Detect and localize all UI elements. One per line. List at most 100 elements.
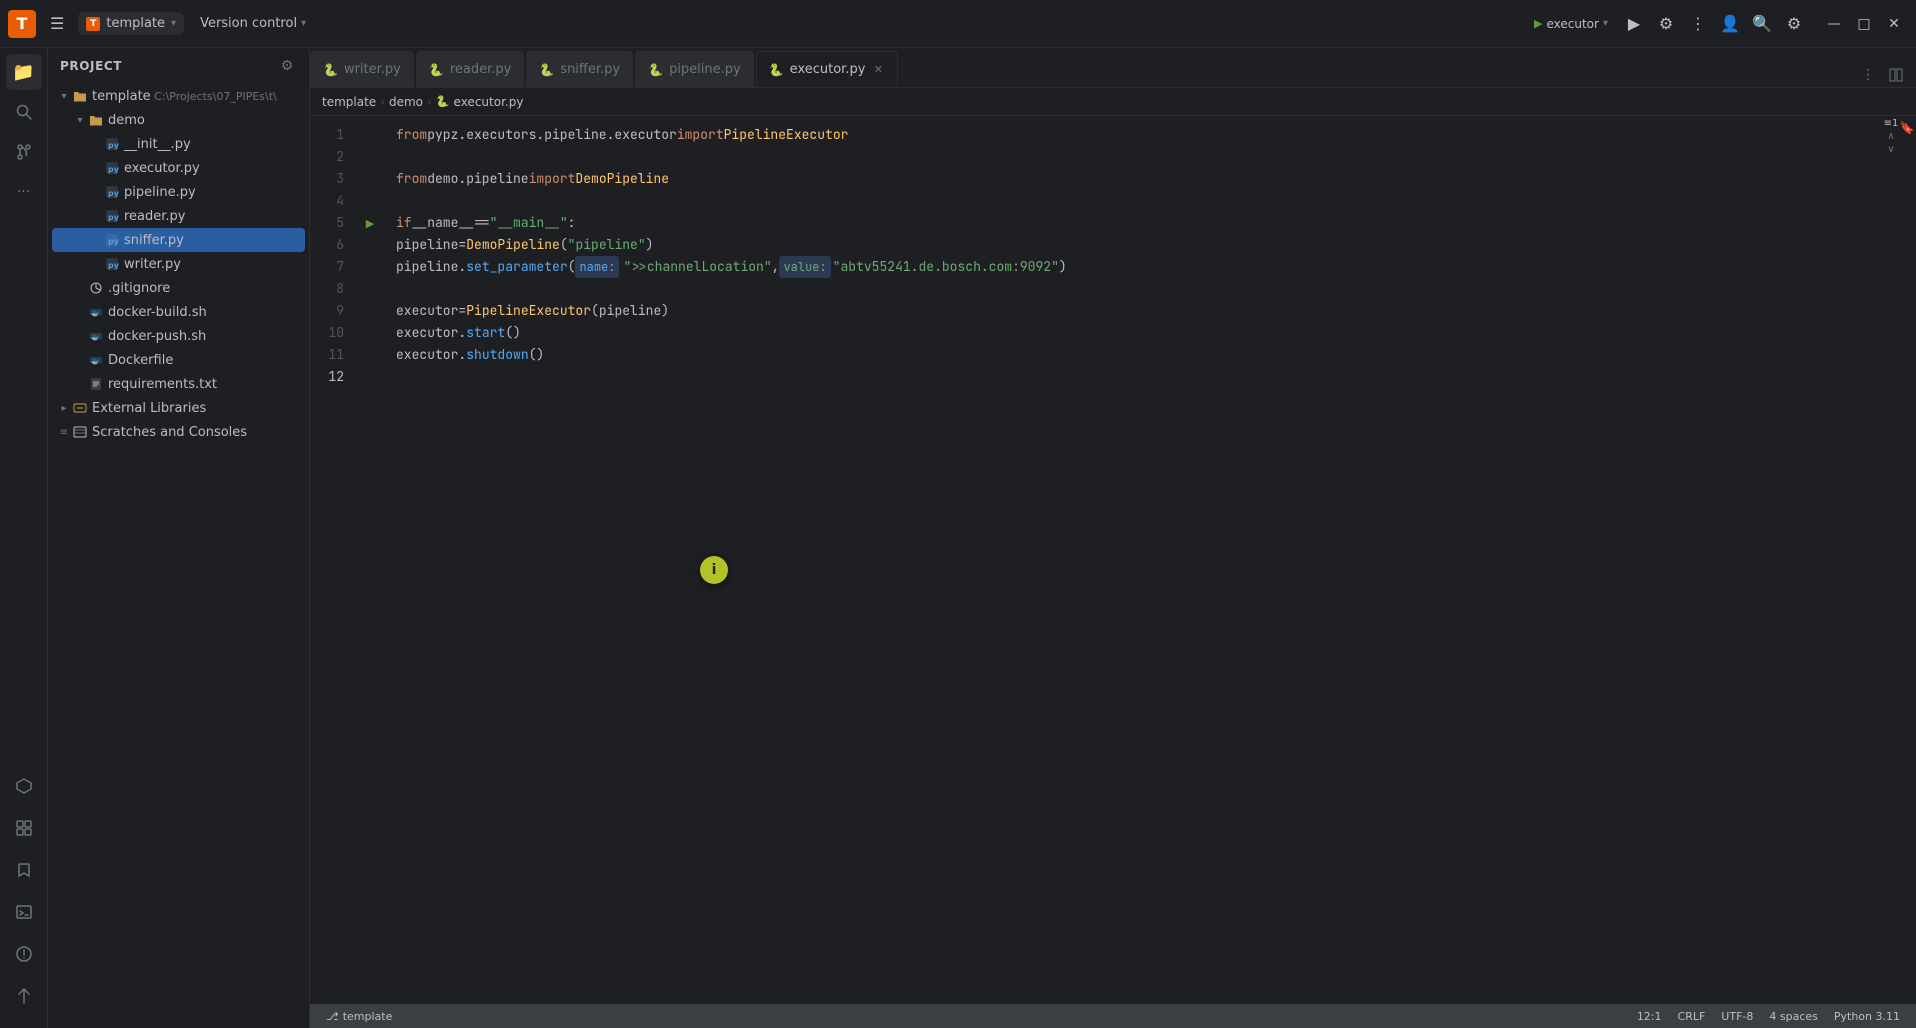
sidebar-item-executor[interactable]: pyexecutor.py <box>52 156 305 180</box>
status-language[interactable]: Python 3.11 <box>1826 1004 1908 1028</box>
status-encoding[interactable]: CRLF <box>1670 1004 1714 1028</box>
activity-project-button[interactable]: 📁 <box>6 54 42 90</box>
tab-close-executor[interactable]: ✕ <box>871 63 885 77</box>
tab-writer[interactable]: 🐍writer.py <box>310 51 414 87</box>
breadcrumb-demo[interactable]: demo <box>389 95 423 109</box>
status-indent[interactable]: 4 spaces <box>1761 1004 1826 1028</box>
activity-learn-button[interactable] <box>6 768 42 804</box>
sidebar-item-pipeline[interactable]: pypipeline.py <box>52 180 305 204</box>
sidebar-item-sniffer[interactable]: pysniffer.py <box>52 228 305 252</box>
activity-vcs-button[interactable] <box>6 134 42 170</box>
tree-chevron-gitignore <box>72 280 88 296</box>
status-position[interactable]: 12:1 <box>1629 1004 1670 1028</box>
svg-text:py: py <box>108 165 119 174</box>
sidebar-item-external-libs[interactable]: ▸External Libraries <box>52 396 305 420</box>
activity-git-button[interactable] <box>6 978 42 1014</box>
activity-terminal-button[interactable] <box>6 894 42 930</box>
activity-problems-button[interactable] <box>6 936 42 972</box>
code-line-8 <box>396 278 1884 300</box>
sidebar: Project ⚙ ▾ template C:\Projects\07_PIPEs… <box>48 48 310 1028</box>
sidebar-settings-button[interactable]: ⚙ <box>277 56 297 76</box>
tab-icon-writer: 🐍 <box>323 63 338 77</box>
sidebar-item-reader[interactable]: pyreader.py <box>52 204 305 228</box>
tab-bar-actions: ⋮ <box>1848 63 1916 87</box>
more-button[interactable]: ⋮ <box>1684 10 1712 38</box>
tab-sniffer[interactable]: 🐍sniffer.py <box>526 51 633 87</box>
activity-search-button[interactable] <box>6 94 42 130</box>
settings-button[interactable]: ⚙ <box>1780 10 1808 38</box>
sidebar-item-template[interactable]: ▾ template C:\Projects\07_PIPEs\t\ <box>52 84 305 108</box>
tree-label-requirements: requirements.txt <box>108 377 217 392</box>
hamburger-button[interactable]: ☰ <box>44 10 70 37</box>
tree-label-template: template C:\Projects\07_PIPEs\t\ <box>92 89 277 104</box>
status-charset[interactable]: UTF-8 <box>1713 1004 1761 1028</box>
sidebar-item-writer[interactable]: pywriter.py <box>52 252 305 276</box>
gutter-cell-1 <box>360 124 380 146</box>
tab-bar-more-button[interactable]: ⋮ <box>1856 63 1880 87</box>
sidebar-title: Project <box>60 59 122 73</box>
line-number-5: 5 <box>310 212 352 234</box>
profile-button[interactable]: 👤 <box>1716 10 1744 38</box>
search-button[interactable]: 🔍 <box>1748 10 1776 38</box>
gutter-col: ▶ <box>360 116 380 1004</box>
sidebar-item-docker-push[interactable]: 🐳docker-push.sh <box>52 324 305 348</box>
status-branch[interactable]: ⎇ template <box>318 1004 400 1028</box>
sidebar-item-gitignore[interactable]: .gitignore <box>52 276 305 300</box>
sidebar-item-requirements[interactable]: requirements.txt <box>52 372 305 396</box>
sidebar-tree: ▾template C:\Projects\07_PIPEs\t\▾demopy… <box>48 84 309 1028</box>
project-tab[interactable]: T template ▾ <box>78 12 184 35</box>
tab-executor[interactable]: 🐍executor.py✕ <box>756 51 899 87</box>
tree-chevron-template: ▾ <box>56 88 72 104</box>
tree-chevron-pipeline <box>88 184 104 200</box>
floating-info-button[interactable]: i <box>700 556 728 584</box>
status-encoding-label: CRLF <box>1678 1010 1706 1023</box>
sidebar-item-demo[interactable]: ▾demo <box>52 108 305 132</box>
tree-chevron-docker-push <box>72 328 88 344</box>
plugins-button[interactable]: ⚙ <box>1652 10 1680 38</box>
sidebar-item-scratches[interactable]: ≡Scratches and Consoles <box>52 420 305 444</box>
activity-bookmark-button[interactable] <box>6 852 42 888</box>
python-file-icon-executor: py <box>104 160 120 176</box>
line-count-nav[interactable]: ≡1 <box>1884 118 1899 129</box>
tab-bar-layout-button[interactable] <box>1884 63 1908 87</box>
gutter-cell-5[interactable]: ▶ <box>360 212 380 234</box>
python-file-icon-sniffer: py <box>104 232 120 248</box>
scroll-down-nav[interactable]: ∨ <box>1887 144 1894 155</box>
bookmark-icon[interactable]: 🔖 <box>1899 120 1915 136</box>
version-control-button[interactable]: Version control ▾ <box>192 12 314 35</box>
tree-chevron-dockerfile <box>72 352 88 368</box>
tab-reader[interactable]: 🐍reader.py <box>416 51 524 87</box>
executor-selector[interactable]: ▶ executor ▾ <box>1526 13 1616 35</box>
tab-icon-pipeline: 🐍 <box>648 63 663 77</box>
minimize-button[interactable]: — <box>1820 10 1848 38</box>
tree-label-external-libs: External Libraries <box>92 401 206 416</box>
scroll-up-nav[interactable]: ∧ <box>1887 131 1894 142</box>
tab-icon-sniffer: 🐍 <box>539 63 554 77</box>
maximize-button[interactable]: □ <box>1850 10 1878 38</box>
line-number-2: 2 <box>310 146 352 168</box>
tab-icon-reader: 🐍 <box>429 63 444 77</box>
activity-plugins-button[interactable] <box>6 810 42 846</box>
sidebar-item-dockerfile[interactable]: 🐳Dockerfile <box>52 348 305 372</box>
folder-open-icon-demo <box>88 112 104 128</box>
status-position-label: 12:1 <box>1637 1010 1662 1023</box>
gutter-cell-9 <box>360 300 380 322</box>
gutter-cell-6 <box>360 234 380 256</box>
tab-pipeline[interactable]: 🐍pipeline.py <box>635 51 754 87</box>
folder-open-icon-template <box>72 88 88 104</box>
run-button[interactable]: ▶ <box>1620 10 1648 38</box>
gutter-cell-4 <box>360 190 380 212</box>
line-number-10: 10 <box>310 322 352 344</box>
close-button[interactable]: ✕ <box>1880 10 1908 38</box>
activity-more-button[interactable]: ··· <box>6 174 42 210</box>
breadcrumb-file[interactable]: executor.py <box>454 95 524 109</box>
sidebar-header: Project ⚙ <box>48 48 309 84</box>
breadcrumb-template[interactable]: template <box>322 95 376 109</box>
sidebar-item-docker-build[interactable]: 🐳docker-build.sh <box>52 300 305 324</box>
code-line-5: if __name__ == "__main__": <box>396 212 1884 234</box>
code-line-9: executor = PipelineExecutor(pipeline) <box>396 300 1884 322</box>
code-area[interactable]: from pypz.executors.pipeline.executor im… <box>380 116 1884 1004</box>
app-logo: T <box>8 10 36 38</box>
sidebar-item-init[interactable]: py__init__.py <box>52 132 305 156</box>
status-indent-label: 4 spaces <box>1769 1010 1818 1023</box>
